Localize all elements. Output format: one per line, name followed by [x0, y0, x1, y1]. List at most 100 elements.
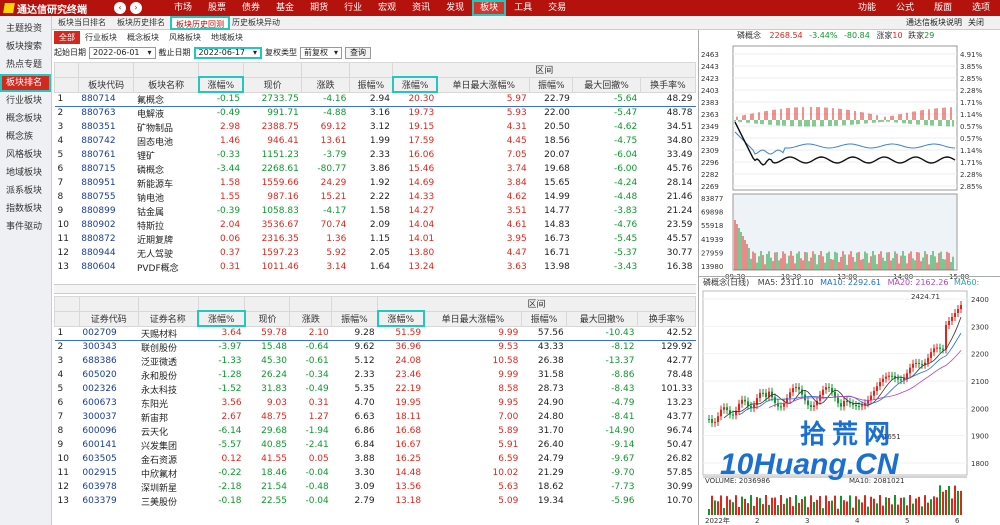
menu-item-6[interactable]: 宏观 [370, 0, 404, 16]
menu-item-8[interactable]: 发现 [438, 0, 472, 16]
sidebar-item-4[interactable]: 行业板块 [0, 92, 51, 110]
sidebar-item-0[interactable]: 主题投资 [0, 20, 51, 38]
adjust-type-select[interactable]: 前复权 ▾ [300, 46, 343, 59]
table-splitter[interactable] [54, 284, 696, 294]
board-type-tab-2[interactable]: 概念板块 [122, 31, 164, 44]
col-header-2[interactable]: 板块名称 [133, 76, 200, 93]
sidebar-item-1[interactable]: 板块搜索 [0, 38, 51, 56]
table-row[interactable]: 2 880763 电解液 -0.49 991.71 -4.88 3.16 19.73 5.93 2… [55, 106, 696, 120]
col-header-10[interactable]: 最大回撤% [572, 76, 641, 93]
table-row[interactable]: 10 880902 特斯拉 2.04 3536.67 70.74 2.09 14.04 4.61… [55, 218, 696, 232]
board-explain-link[interactable]: 通达信板块说明 [906, 16, 962, 30]
table-row[interactable]: 12 880944 无人驾驶 0.37 1597.23 5.92 2.05 13.80 4.47… [55, 246, 696, 260]
menu-item-3[interactable]: 基金 [268, 0, 302, 16]
menu-item-9[interactable]: 板块 [472, 0, 507, 16]
subtab-3[interactable]: 历史板块异动 [228, 16, 284, 30]
menu-item-10[interactable]: 工具 [506, 0, 540, 16]
col-header-5[interactable]: 涨跌 [301, 76, 350, 93]
menu-item-5[interactable]: 行业 [336, 0, 370, 16]
menu-item-4[interactable]: 期货 [302, 0, 336, 16]
table-row[interactable]: 5 880761 锂矿 -0.33 1151.23 -3.79 2.33 16.06 7.05 2… [55, 148, 696, 162]
subtab-2[interactable]: 板块历史回测 [170, 16, 230, 30]
intraday-chart[interactable]: 2463 4.91% 2443 3.85% 2423 2.85% 2403 2.28% 2383… [699, 42, 1000, 282]
menu-item-11[interactable]: 交易 [540, 0, 574, 16]
col-header-3[interactable]: 涨幅% [197, 76, 245, 93]
table-row[interactable]: 12 603978 深圳新星 -2.18 21.54 -0.48 3.09 13.56 5.63… [55, 480, 696, 494]
start-date-input[interactable]: 2022-06-01 ▾ [89, 46, 156, 59]
col-header-6[interactable]: 振幅% [331, 310, 379, 327]
table-row[interactable]: 7 880951 新能源车 1.58 1559.66 24.29 1.92 14.69 3.84… [55, 176, 696, 190]
subtab-0[interactable]: 板块当日排名 [54, 16, 110, 30]
table-row[interactable]: 1 880714 氟概念 -0.15 2733.75 -4.16 2.94 20.30 5.97… [54, 92, 696, 106]
sidebar-item-2[interactable]: 热点专题 [0, 56, 51, 74]
board-type-tab-4[interactable]: 地域板块 [206, 31, 248, 44]
col-header-9[interactable]: 振幅% [520, 310, 568, 327]
col-header-8[interactable]: 单日最大涨幅% [423, 310, 522, 327]
col-header-4[interactable]: 现价 [242, 76, 303, 93]
board-type-tab-1[interactable]: 行业板块 [80, 31, 122, 44]
table-row[interactable]: 9 600141 兴发集团 -5.57 40.85 -2.41 6.84 16.67 5.91 2… [55, 438, 696, 452]
col-header-2[interactable]: 证券名称 [137, 310, 199, 327]
table-row[interactable]: 4 605020 永和股份 -1.28 26.24 -0.34 2.33 23.46 9.99 3… [55, 368, 696, 382]
col-header-0[interactable] [54, 76, 79, 93]
table-row[interactable]: 6 880715 磷概念 -3.44 2268.61 -80.77 3.86 15.46 3.7… [55, 162, 696, 176]
sidebar-item-5[interactable]: 概念板块 [0, 110, 51, 128]
table-row[interactable]: 3 880351 矿物制品 2.98 2388.75 69.12 3.12 19.15 4.31… [55, 120, 696, 134]
table-row[interactable]: 6 600673 东阳光 3.56 9.03 0.31 4.70 19.95 9.95 24.90… [55, 396, 696, 410]
right-menu-item-1[interactable]: 公式 [886, 0, 924, 16]
col-header-6[interactable]: 振幅% [348, 76, 394, 93]
query-button[interactable]: 查询 [345, 46, 372, 59]
board-type-tab-3[interactable]: 风格板块 [164, 31, 206, 44]
col-header-5[interactable]: 涨跌 [289, 310, 333, 327]
menu-item-0[interactable]: 市场 [166, 0, 200, 16]
end-date-input[interactable]: 2022-06-17 ▾ [193, 46, 263, 59]
menu-item-7[interactable]: 资讯 [404, 0, 438, 16]
col-header-3[interactable]: 涨幅% [197, 310, 246, 327]
sidebar-item-8[interactable]: 地域板块 [0, 164, 51, 182]
table-row[interactable]: 1 002709 天赐材料 3.64 59.78 2.10 9.28 51.59 9.99 57.… [54, 326, 696, 340]
table-row[interactable]: 11 880872 近期复牌 0.06 2316.35 1.36 1.15 14.01 3.95… [55, 232, 696, 246]
col-header-4[interactable]: 现价 [244, 310, 291, 327]
sidebar-item-9[interactable]: 派系板块 [0, 182, 51, 200]
right-menu-item-0[interactable]: 功能 [848, 0, 886, 16]
col-header-1[interactable]: 证券代码 [78, 310, 139, 327]
board-type-tab-0[interactable]: 全部 [54, 31, 80, 44]
sidebar-item-7[interactable]: 风格板块 [0, 146, 51, 164]
table-row[interactable]: 5 002326 永太科技 -1.52 31.83 -0.49 5.35 22.19 8.58 2… [55, 382, 696, 396]
sidebar-item-11[interactable]: 事件驱动 [0, 218, 51, 236]
table-row[interactable]: 13 880604 PVDF概念 0.31 1011.46 3.14 1.64 13.24 3.… [55, 260, 696, 274]
nav-forward-icon[interactable]: › [130, 2, 142, 14]
table-row[interactable]: 4 880742 固态电池 1.46 946.41 13.61 1.99 17.59 4.45 1… [55, 134, 696, 148]
col-header-7[interactable]: 涨幅% [391, 76, 439, 93]
table-row[interactable]: 8 880755 钠电池 1.55 987.16 15.21 2.22 14.33 4.62 14… [55, 190, 696, 204]
col-header-7[interactable]: 涨幅% [376, 310, 426, 327]
col-header-9[interactable]: 振幅% [529, 76, 574, 93]
table-row[interactable]: 3 688386 泛亚微透 -1.33 45.30 -0.61 5.12 24.08 10.58… [55, 354, 696, 368]
col-header-11[interactable]: 换手率% [636, 310, 697, 327]
table-row[interactable]: 10 603505 金石资源 0.12 41.55 0.05 3.88 16.25 6.59 24… [55, 452, 696, 466]
close-link[interactable]: 关闭 [968, 16, 984, 30]
kline-candle [918, 362, 920, 365]
cell-11: 101.33 [661, 384, 693, 394]
nav-back-icon[interactable]: ‹ [114, 2, 126, 14]
table-row[interactable]: 13 603379 三美股份 -0.18 22.55 -0.04 2.79 13.18 5.09… [55, 494, 696, 508]
right-menu-item-2[interactable]: 版面 [924, 0, 962, 16]
col-header-11[interactable]: 换手率% [639, 76, 697, 93]
col-header-0[interactable] [54, 310, 80, 327]
kline-chart[interactable]: 24002300220021002000190018002424.71←1651… [699, 289, 1000, 525]
menu-item-1[interactable]: 股票 [200, 0, 234, 16]
col-header-1[interactable]: 板块代码 [77, 76, 135, 93]
table-row[interactable]: 11 002915 中欣氟材 -0.22 18.46 -0.04 3.30 14.48 10.0… [55, 466, 696, 480]
sidebar-item-6[interactable]: 概念族 [0, 128, 51, 146]
menu-item-2[interactable]: 债券 [234, 0, 268, 16]
subtab-1[interactable]: 板块历史排名 [113, 16, 169, 30]
table-row[interactable]: 8 600096 云天化 -6.14 29.68 -1.94 6.86 16.68 5.89 31… [55, 424, 696, 438]
table-row[interactable]: 9 880899 钴金属 -0.39 1058.83 -4.17 1.58 14.27 3.51… [55, 204, 696, 218]
sidebar-item-10[interactable]: 指数板块 [0, 200, 51, 218]
sidebar-item-3[interactable]: 板块排名 [0, 74, 51, 92]
col-header-10[interactable]: 最大回撤% [566, 310, 638, 327]
table-row[interactable]: 2 300343 联创股份 -3.97 15.48 -0.64 9.62 36.96 9.53 4… [55, 340, 696, 354]
col-header-8[interactable]: 单日最大涨幅% [436, 76, 531, 93]
right-menu-item-3[interactable]: 选项 [962, 0, 1000, 16]
table-row[interactable]: 7 300037 新宙邦 2.67 48.75 1.27 6.63 18.11 7.00 24.8… [55, 410, 696, 424]
